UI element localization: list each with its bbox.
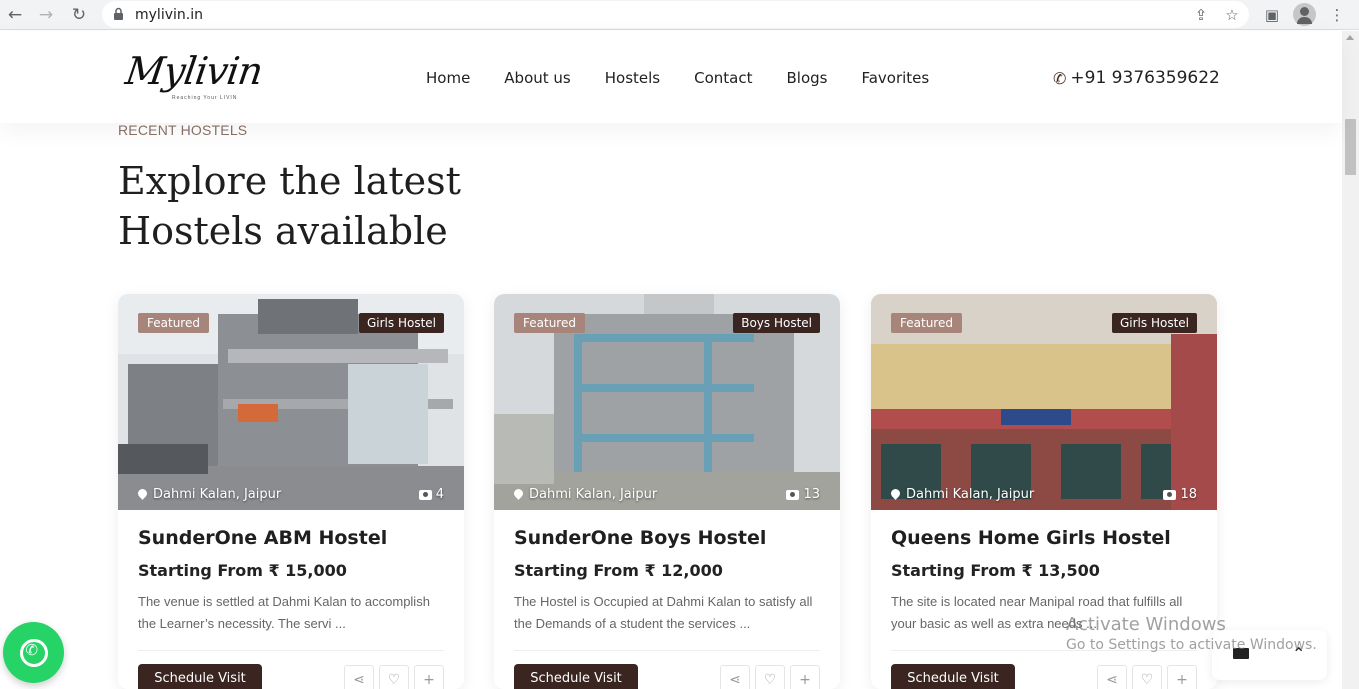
price-label: Starting From [138, 561, 263, 580]
scrollbar-thumb[interactable] [1345, 119, 1356, 175]
hostel-card[interactable]: Featured Girls Hostel Dahmi Kalan, Jaipu… [871, 294, 1217, 689]
section-headline: Explore the latest Hostels available [118, 156, 618, 256]
price: Starting From ₹ 13,500 [891, 561, 1197, 580]
share-icon[interactable]: ⋖ [720, 665, 750, 689]
heart-icon[interactable]: ♡ [379, 665, 409, 689]
mail-icon[interactable] [1233, 648, 1249, 659]
map-pin-icon [891, 489, 900, 501]
price: Starting From ₹ 12,000 [514, 561, 820, 580]
featured-badge: Featured [138, 313, 209, 333]
photo-count[interactable]: 4 [418, 487, 444, 502]
floating-actions: ⌃ [1212, 630, 1327, 680]
main-nav: Home About us Hostels Contact Blogs Favo… [426, 69, 929, 87]
whatsapp-button[interactable] [3, 622, 64, 683]
location-text: Dahmi Kalan, Jaipur [153, 487, 282, 502]
hostel-description: The Hostel is Occupied at Dahmi Kalan to… [514, 594, 813, 631]
menu-icon[interactable]: ⋮ [1328, 6, 1346, 24]
photo-count-text: 4 [435, 487, 444, 502]
nav-favorites[interactable]: Favorites [861, 69, 929, 87]
featured-badge: Featured [891, 313, 962, 333]
hostel-type-badge: Girls Hostel [358, 313, 444, 333]
divider [514, 650, 820, 651]
browser-toolbar: ← → ↻ mylivin.in ⇪ ☆ ▣ ⋮ [0, 0, 1359, 30]
location: Dahmi Kalan, Jaipur [514, 487, 657, 502]
plus-icon[interactable]: + [1167, 665, 1197, 689]
photo-count[interactable]: 13 [786, 487, 820, 502]
photo-count-text: 18 [1180, 487, 1197, 502]
price-value: ₹ 15,000 [268, 561, 347, 580]
hostel-description: The site is located near Manipal road th… [891, 594, 1183, 631]
hostel-photo[interactable]: Featured Girls Hostel Dahmi Kalan, Jaipu… [118, 294, 464, 510]
whatsapp-icon [19, 638, 48, 667]
heart-icon[interactable]: ♡ [1132, 665, 1162, 689]
headline-line-1: Explore the latest [118, 159, 461, 203]
share-icon[interactable]: ⇪ [1192, 6, 1210, 24]
map-pin-icon [138, 489, 147, 501]
star-icon[interactable]: ☆ [1223, 6, 1241, 24]
divider [891, 650, 1197, 651]
scroll-top-icon[interactable]: ⌃ [1292, 644, 1305, 663]
hostel-photo[interactable]: Featured Boys Hostel Dahmi Kalan, Jaipur… [494, 294, 840, 510]
featured-badge: Featured [514, 313, 585, 333]
camera-icon [786, 489, 800, 500]
profile-icon[interactable] [1293, 3, 1316, 26]
nav-about-us[interactable]: About us [504, 69, 570, 87]
camera-icon [418, 489, 432, 500]
schedule-visit-button[interactable]: Schedule Visit [514, 664, 638, 689]
plus-icon[interactable]: + [790, 665, 820, 689]
nav-contact[interactable]: Contact [694, 69, 752, 87]
page-scrollbar[interactable] [1342, 31, 1359, 689]
price-label: Starting From [891, 561, 1016, 580]
phone-icon: ✆ [1053, 68, 1067, 88]
hostel-type-badge: Boys Hostel [733, 313, 820, 333]
price-label: Starting From [514, 561, 639, 580]
site-logo[interactable]: Mylivin Reaching Your LIVIN [123, 49, 265, 105]
schedule-visit-button[interactable]: Schedule Visit [138, 664, 262, 689]
schedule-visit-button[interactable]: Schedule Visit [891, 664, 1015, 689]
site-header: Mylivin Reaching Your LIVIN Home About u… [0, 31, 1342, 123]
phone-number: +91 9376359622 [1070, 68, 1220, 88]
hostel-title[interactable]: SunderOne Boys Hostel [514, 527, 820, 549]
url-text: mylivin.in [135, 7, 203, 23]
hostel-title[interactable]: Queens Home Girls Hostel [891, 527, 1197, 549]
divider [138, 650, 444, 651]
hostel-card[interactable]: Featured Girls Hostel Dahmi Kalan, Jaipu… [118, 294, 464, 689]
price: Starting From ₹ 15,000 [138, 561, 444, 580]
sidepanel-icon[interactable]: ▣ [1263, 6, 1281, 24]
logo-tagline: Reaching Your LIVIN [172, 95, 238, 101]
photo-count[interactable]: 18 [1163, 487, 1197, 502]
reload-icon[interactable]: ↻ [68, 4, 90, 26]
hostel-card[interactable]: Featured Boys Hostel Dahmi Kalan, Jaipur… [494, 294, 840, 689]
location-text: Dahmi Kalan, Jaipur [529, 487, 658, 502]
camera-icon [1163, 489, 1177, 500]
headline-line-2: Hostels available [118, 209, 448, 253]
back-icon[interactable]: ← [4, 4, 26, 26]
section-kicker: RECENT HOSTELS [118, 122, 248, 138]
phone-link[interactable]: ✆ +91 9376359622 [1053, 68, 1220, 88]
heart-icon[interactable]: ♡ [755, 665, 785, 689]
nav-hostels[interactable]: Hostels [605, 69, 660, 87]
map-pin-icon [514, 489, 523, 501]
share-icon[interactable]: ⋖ [1097, 665, 1127, 689]
hostel-type-badge: Girls Hostel [1111, 313, 1197, 333]
lock-icon[interactable] [113, 7, 124, 21]
share-icon[interactable]: ⋖ [344, 665, 374, 689]
scroll-up-arrow-icon[interactable] [1346, 35, 1354, 40]
hostel-description: The venue is settled at Dahmi Kalan to a… [138, 594, 430, 631]
location: Dahmi Kalan, Jaipur [138, 487, 281, 502]
nav-blogs[interactable]: Blogs [786, 69, 827, 87]
nav-home[interactable]: Home [426, 69, 470, 87]
logo-text: Mylivin [122, 49, 265, 93]
price-value: ₹ 12,000 [644, 561, 723, 580]
location-text: Dahmi Kalan, Jaipur [906, 487, 1035, 502]
plus-icon[interactable]: + [414, 665, 444, 689]
forward-icon[interactable]: → [35, 4, 57, 26]
location: Dahmi Kalan, Jaipur [891, 487, 1034, 502]
price-value: ₹ 13,500 [1021, 561, 1100, 580]
hostel-photo[interactable]: Featured Girls Hostel Dahmi Kalan, Jaipu… [871, 294, 1217, 510]
address-bar[interactable]: mylivin.in ⇪ ☆ [102, 1, 1249, 28]
photo-count-text: 13 [803, 487, 820, 502]
hostel-title[interactable]: SunderOne ABM Hostel [138, 527, 444, 549]
